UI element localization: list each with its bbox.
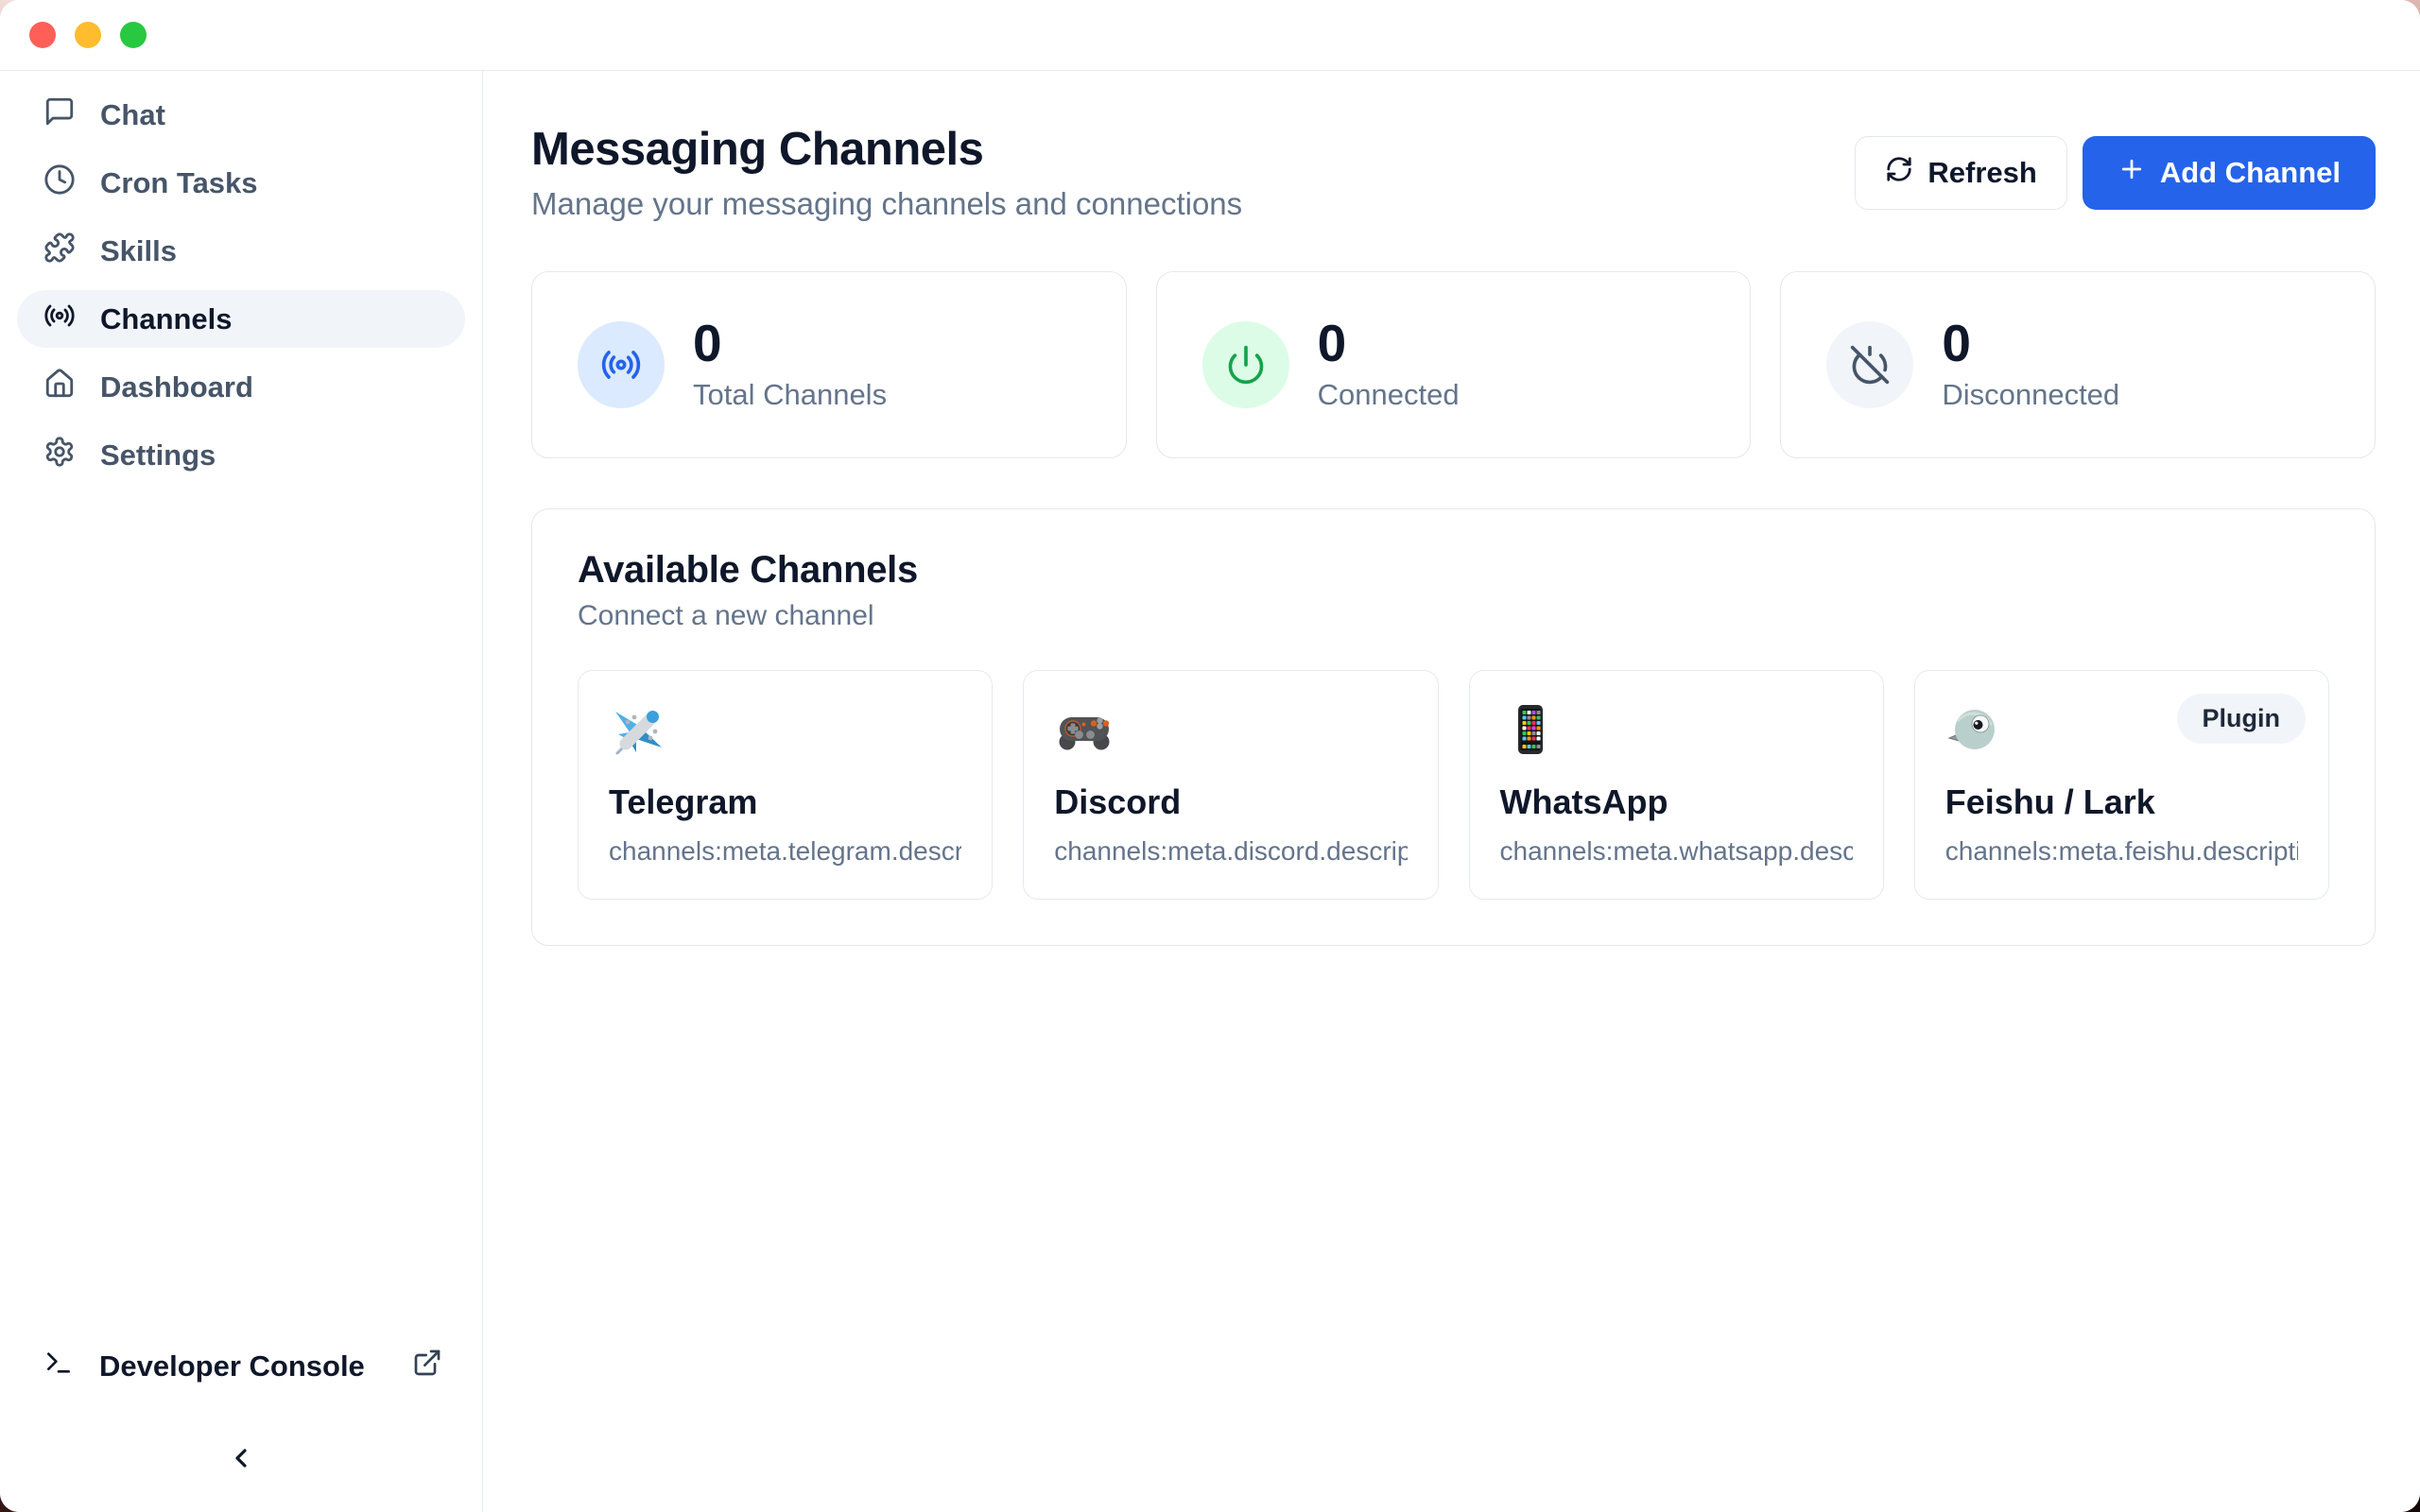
sidebar-item-cron-tasks[interactable]: Cron Tasks [17, 154, 465, 212]
header-actions: Refresh Add Channel [1855, 136, 2376, 210]
stat-label: Total Channels [693, 378, 887, 412]
page-header: Messaging Channels Manage your messaging… [531, 122, 2376, 222]
stats-row: 0 Total Channels 0 Connected [531, 271, 2376, 458]
stat-card-total-channels: 0 Total Channels [531, 271, 1127, 458]
gear-icon [43, 436, 76, 475]
power-off-icon [1826, 321, 1913, 408]
power-icon [1202, 321, 1289, 408]
gamepad-emoji [1054, 699, 1115, 760]
panel-title: Available Channels [578, 549, 2329, 592]
sidebar-item-label: Chat [100, 98, 165, 132]
channel-card-whatsapp[interactable]: WhatsApp channels:meta.whatsapp.descrip [1469, 670, 1884, 900]
stat-text: 0 Connected [1318, 317, 1460, 412]
stat-value: 0 [1942, 317, 2119, 371]
channel-name: Feishu / Lark [1945, 782, 2298, 822]
sidebar-item-label: Settings [100, 438, 216, 472]
sidebar-item-channels[interactable]: Channels [17, 290, 465, 348]
panel-subtitle: Connect a new channel [578, 600, 2329, 632]
available-channels-panel: Available Channels Connect a new channel [531, 508, 2376, 946]
sidebar-item-skills[interactable]: Skills [17, 222, 465, 280]
sidebar-item-label: Channels [100, 302, 233, 336]
page-title: Messaging Channels [531, 122, 1242, 178]
sidebar-item-chat[interactable]: Chat [17, 86, 465, 144]
channel-description: channels:meta.telegram.descript [609, 836, 961, 867]
plus-icon [2118, 155, 2146, 191]
refresh-button[interactable]: Refresh [1855, 136, 2066, 210]
channel-card-feishu[interactable]: Plugin Feishu / Lark [1914, 670, 2329, 900]
stat-text: 0 Total Channels [693, 317, 887, 412]
bird-emoji [1945, 699, 2006, 760]
broadcast-icon [578, 321, 665, 408]
chat-bubble-icon [43, 95, 76, 135]
sidebar: Chat Cron Tasks Skills Channels [0, 71, 483, 1512]
terminal-icon [43, 1348, 74, 1385]
stat-text: 0 Disconnected [1942, 317, 2119, 412]
maximize-button[interactable] [120, 22, 147, 48]
clock-icon [43, 163, 76, 203]
stat-value: 0 [693, 317, 887, 371]
refresh-button-label: Refresh [1927, 156, 2036, 190]
channel-card-discord[interactable]: Discord channels:meta.discord.descriptic [1023, 670, 1438, 900]
page-subtitle: Manage your messaging channels and conne… [531, 186, 1242, 222]
plugin-badge: Plugin [2177, 694, 2307, 744]
stat-card-disconnected: 0 Disconnected [1780, 271, 2376, 458]
developer-console-label: Developer Console [99, 1349, 365, 1383]
puzzle-icon [43, 232, 76, 271]
sidebar-item-dashboard[interactable]: Dashboard [17, 358, 465, 416]
smartphone-emoji [1500, 699, 1561, 760]
airplane-emoji [609, 699, 669, 760]
chevron-left-icon [226, 1443, 256, 1476]
developer-console-link[interactable]: Developer Console [17, 1337, 465, 1395]
add-channel-button[interactable]: Add Channel [2083, 136, 2376, 210]
sidebar-item-label: Skills [100, 234, 177, 268]
page-header-text: Messaging Channels Manage your messaging… [531, 122, 1242, 222]
channel-description: channels:meta.feishu.description [1945, 836, 2298, 867]
app-body: Chat Cron Tasks Skills Channels [0, 71, 2420, 1512]
stat-label: Connected [1318, 378, 1460, 412]
channel-description: channels:meta.discord.descriptic [1054, 836, 1407, 867]
sidebar-item-label: Dashboard [100, 370, 253, 404]
refresh-icon [1885, 155, 1913, 191]
minimize-button[interactable] [75, 22, 101, 48]
sidebar-item-label: Cron Tasks [100, 166, 258, 200]
stat-label: Disconnected [1942, 378, 2119, 412]
main-content: Messaging Channels Manage your messaging… [483, 71, 2420, 1512]
add-channel-button-label: Add Channel [2160, 156, 2341, 190]
close-button[interactable] [29, 22, 56, 48]
channel-name: Telegram [609, 782, 961, 822]
channel-name: Discord [1054, 782, 1407, 822]
home-icon [43, 368, 76, 407]
app-window: Chat Cron Tasks Skills Channels [0, 0, 2420, 1512]
stat-card-connected: 0 Connected [1156, 271, 1752, 458]
sidebar-collapse-row [17, 1431, 465, 1487]
external-link-icon[interactable] [412, 1348, 442, 1385]
titlebar [0, 0, 2420, 71]
broadcast-icon [43, 300, 76, 339]
sidebar-footer: Developer Console [17, 1337, 465, 1487]
channel-name: WhatsApp [1500, 782, 1853, 822]
channel-description: channels:meta.whatsapp.descrip [1500, 836, 1853, 867]
collapse-sidebar-button[interactable] [213, 1431, 269, 1487]
stat-value: 0 [1318, 317, 1460, 371]
sidebar-item-settings[interactable]: Settings [17, 426, 465, 484]
traffic-lights [29, 22, 147, 48]
channel-card-telegram[interactable]: Telegram channels:meta.telegram.descript [578, 670, 993, 900]
channel-cards: Telegram channels:meta.telegram.descript [578, 670, 2329, 900]
